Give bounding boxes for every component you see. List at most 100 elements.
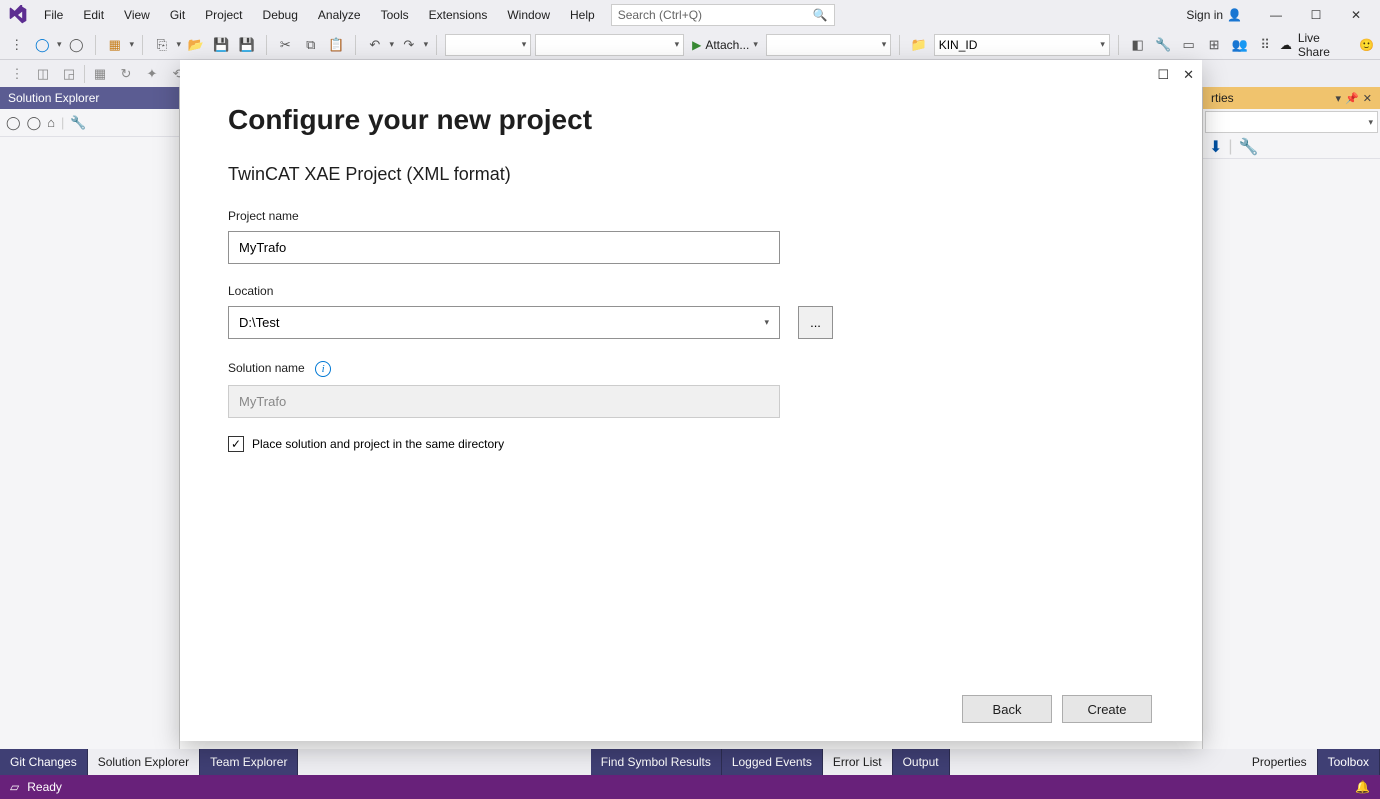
save-button[interactable]: 💾: [211, 34, 233, 56]
paste-button[interactable]: 📋: [326, 34, 348, 56]
grip-icon: ⋮: [6, 63, 28, 85]
menu-file[interactable]: File: [34, 4, 73, 26]
notifications-icon[interactable]: 🔔: [1355, 780, 1370, 794]
nav-back-icon[interactable]: ◯: [6, 115, 21, 131]
location-label: Location: [228, 284, 1152, 298]
nav-forward-button[interactable]: ◯: [66, 34, 88, 56]
tb2-btn-5[interactable]: ✦: [141, 63, 163, 85]
same-directory-checkbox[interactable]: ✓ Place solution and project in the same…: [228, 436, 1152, 452]
tb2-btn-1[interactable]: ◫: [32, 63, 54, 85]
center-tabs: Find Symbol Results Logged Events Error …: [591, 749, 950, 775]
create-button[interactable]: Create: [1062, 695, 1152, 723]
location-combo[interactable]: D:\Test ▾: [228, 306, 780, 339]
close-icon[interactable]: ✕: [1363, 92, 1372, 105]
tool-icon-6[interactable]: ⠿: [1254, 34, 1276, 56]
new-project-dialog: ☐ ✕ Configure your new project TwinCAT X…: [180, 60, 1202, 741]
window-controls: — ☐ ✕: [1256, 3, 1376, 27]
copy-button[interactable]: ⧉: [300, 34, 322, 56]
kin-label: KIN_ID: [939, 38, 978, 52]
sign-in-button[interactable]: Sign in 👤: [1180, 8, 1248, 22]
left-tabs: Git Changes Solution Explorer Team Explo…: [0, 749, 298, 775]
feedback-icon[interactable]: 🙂: [1359, 38, 1374, 52]
project-name-input[interactable]: [228, 231, 780, 264]
tab-solution-explorer[interactable]: Solution Explorer: [88, 749, 200, 775]
liveshare-button[interactable]: Live Share: [1298, 31, 1353, 59]
tab-properties[interactable]: Properties: [1242, 749, 1318, 775]
dialog-maximize-button[interactable]: ☐: [1157, 67, 1169, 83]
tb2-btn-3[interactable]: ▦: [89, 63, 111, 85]
minimize-button[interactable]: —: [1256, 3, 1296, 27]
nav-fwd-icon[interactable]: ◯: [27, 115, 42, 131]
tool-icon-5[interactable]: 👥: [1229, 34, 1251, 56]
home-icon[interactable]: ⌂: [47, 115, 55, 130]
maximize-button[interactable]: ☐: [1296, 3, 1336, 27]
sort-icon[interactable]: ⬇: [1209, 137, 1222, 157]
refresh-icon[interactable]: ↻: [115, 63, 137, 85]
menu-edit[interactable]: Edit: [73, 4, 114, 26]
dialog-close-button[interactable]: ✕: [1183, 67, 1194, 83]
search-icon: 🔍: [813, 8, 828, 22]
info-icon[interactable]: i: [315, 361, 331, 377]
properties-object-combo[interactable]: ▾: [1205, 111, 1378, 133]
config-combo[interactable]: ▾: [445, 34, 531, 56]
chevron-down-icon: ▾: [764, 317, 769, 328]
menu-help[interactable]: Help: [560, 4, 605, 26]
save-all-button[interactable]: 💾: [236, 34, 258, 56]
open-button[interactable]: 📂: [185, 34, 207, 56]
main-menu: File Edit View Git Project Debug Analyze…: [34, 4, 605, 26]
tb2-btn-2[interactable]: ◲: [58, 63, 80, 85]
right-tabs: Properties Toolbox: [1242, 749, 1380, 775]
status-bar: ▱ Ready 🔔: [0, 775, 1380, 799]
vs-logo-icon: [4, 1, 32, 29]
menu-git[interactable]: Git: [160, 4, 195, 26]
solution-explorer-panel: Solution Explorer ◯ ◯ ⌂ | 🔧: [0, 87, 180, 749]
back-button[interactable]: Back: [962, 695, 1052, 723]
location-value: D:\Test: [239, 315, 279, 330]
solution-explorer-title: Solution Explorer: [0, 87, 179, 109]
platform-combo[interactable]: ▾: [535, 34, 684, 56]
tool-icon-1[interactable]: ◧: [1127, 34, 1149, 56]
new-project-button[interactable]: ▦: [104, 34, 126, 56]
target-combo[interactable]: ▾: [766, 34, 891, 56]
nav-back-button[interactable]: ◯: [32, 34, 54, 56]
undo-button[interactable]: ↶: [364, 34, 386, 56]
browse-button[interactable]: ...: [798, 306, 833, 339]
grip-icon: ⋮: [6, 34, 28, 56]
menu-project[interactable]: Project: [195, 4, 252, 26]
wrench-icon[interactable]: 🔧: [1152, 34, 1174, 56]
project-name-label: Project name: [228, 209, 1152, 223]
kin-combo[interactable]: KIN_ID ▾: [934, 34, 1110, 56]
attach-button[interactable]: ▶ Attach... ▾: [688, 38, 762, 52]
menu-analyze[interactable]: Analyze: [308, 4, 371, 26]
user-icon: 👤: [1227, 8, 1242, 22]
menu-view[interactable]: View: [114, 4, 160, 26]
redo-button[interactable]: ↷: [398, 34, 420, 56]
search-input[interactable]: Search (Ctrl+Q) 🔍: [611, 4, 835, 26]
liveshare-icon: ☁: [1280, 38, 1292, 52]
add-item-button[interactable]: ⎘: [151, 34, 173, 56]
status-text: Ready: [27, 780, 62, 794]
folder-icon[interactable]: 📁: [908, 34, 930, 56]
tab-output[interactable]: Output: [893, 749, 950, 775]
toolbar-main: ⋮ ◯ ▾ ◯ ▦ ▾ ⎘ ▾ 📂 💾 💾 ✂ ⧉ 📋 ↶ ▾ ↷ ▾ ▾ ▾ …: [0, 30, 1380, 60]
cut-button[interactable]: ✂: [275, 34, 297, 56]
tab-find-symbol[interactable]: Find Symbol Results: [591, 749, 722, 775]
pin-icon[interactable]: 📌: [1345, 92, 1359, 105]
tab-git-changes[interactable]: Git Changes: [0, 749, 88, 775]
tab-toolbox[interactable]: Toolbox: [1318, 749, 1380, 775]
dropdown-icon[interactable]: ▾: [1336, 92, 1342, 105]
tab-team-explorer[interactable]: Team Explorer: [200, 749, 298, 775]
menu-debug[interactable]: Debug: [253, 4, 308, 26]
menu-extensions[interactable]: Extensions: [419, 4, 498, 26]
tab-logged-events[interactable]: Logged Events: [722, 749, 823, 775]
tool-icon-4[interactable]: ⊞: [1203, 34, 1225, 56]
play-icon: ▶: [692, 38, 701, 52]
wrench-icon[interactable]: 🔧: [70, 115, 86, 131]
tab-error-list[interactable]: Error List: [823, 749, 893, 775]
menu-tools[interactable]: Tools: [371, 4, 419, 26]
close-button[interactable]: ✕: [1336, 3, 1376, 27]
wrench-icon[interactable]: 🔧: [1239, 137, 1259, 157]
menu-window[interactable]: Window: [497, 4, 560, 26]
tool-icon-3[interactable]: ▭: [1178, 34, 1200, 56]
dialog-title: Configure your new project: [228, 104, 1152, 136]
